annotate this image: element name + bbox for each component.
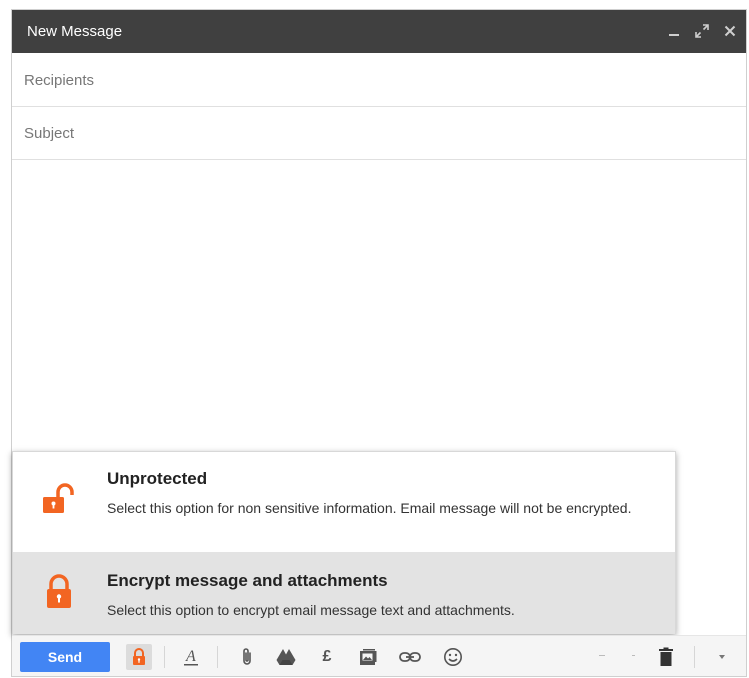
emoji-icon[interactable] xyxy=(440,644,466,670)
option-title: Encrypt message and attachments xyxy=(107,571,388,590)
attach-icon[interactable] xyxy=(234,644,260,670)
option-unprotected[interactable]: Unprotected Select this option for non s… xyxy=(13,452,675,552)
title-bar: New Message xyxy=(12,10,746,53)
link-icon[interactable] xyxy=(397,644,423,670)
option-description: Select this option to encrypt email mess… xyxy=(107,602,515,618)
send-button[interactable]: Send xyxy=(20,642,110,672)
subject-input[interactable] xyxy=(12,107,746,159)
more-options-icon[interactable] xyxy=(709,644,735,670)
currency-icon[interactable]: £ xyxy=(314,644,340,670)
photo-icon[interactable] xyxy=(355,644,381,670)
toolbar-separator xyxy=(164,646,165,668)
compose-window: New Message Recipients Subject Unprotect… xyxy=(11,9,747,677)
expand-icon[interactable] xyxy=(692,19,712,43)
option-title: Unprotected xyxy=(107,469,208,488)
encrypt-lock-icon[interactable] xyxy=(126,644,152,670)
minimize-icon[interactable] xyxy=(664,19,684,43)
option-description: Select this option for non sensitive inf… xyxy=(107,500,632,516)
compose-toolbar: Send A £ xyxy=(12,635,746,676)
svg-text:A: A xyxy=(185,648,196,665)
unlocked-padlock-icon xyxy=(41,482,77,518)
encryption-options-menu: Unprotected Select this option for non s… xyxy=(12,451,676,634)
option-encrypt[interactable]: Encrypt message and attachments Select t… xyxy=(13,552,675,634)
locked-padlock-icon xyxy=(41,574,77,610)
recipients-row xyxy=(12,54,746,107)
recipients-input[interactable] xyxy=(12,54,746,106)
toolbar-separator xyxy=(217,646,218,668)
window-controls xyxy=(664,19,740,43)
close-icon[interactable] xyxy=(720,19,740,43)
trash-icon[interactable] xyxy=(653,644,679,670)
window-title: New Message xyxy=(27,23,123,40)
text-format-icon[interactable]: A xyxy=(178,644,204,670)
toolbar-separator xyxy=(694,646,695,668)
subject-row xyxy=(12,107,746,160)
toolbar-dash xyxy=(599,655,605,656)
drive-icon[interactable] xyxy=(273,644,299,670)
toolbar-dash xyxy=(632,655,635,656)
currency-symbol: £ xyxy=(322,648,332,665)
